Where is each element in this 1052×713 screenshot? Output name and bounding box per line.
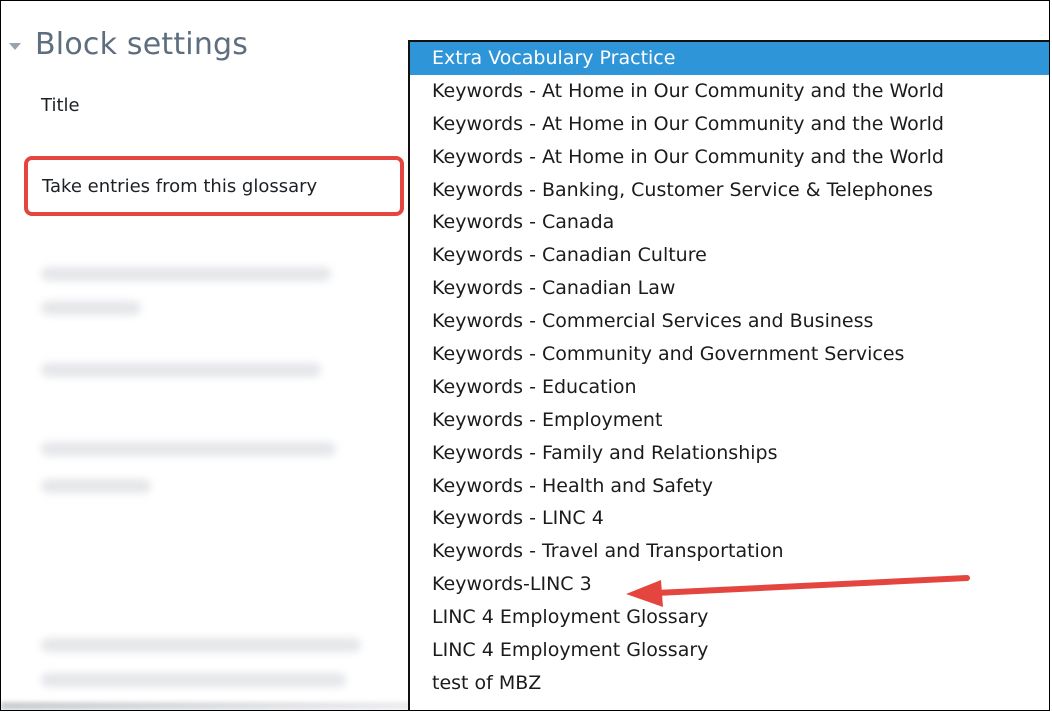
collapse-caret-icon[interactable]: [9, 43, 21, 50]
glossary-option[interactable]: Keywords - Education: [410, 371, 1049, 404]
glossary-option[interactable]: Keywords - Banking, Customer Service & T…: [410, 174, 1049, 207]
glossary-option[interactable]: Keywords - Health and Safety: [410, 470, 1049, 503]
glossary-option[interactable]: Keywords - Commercial Services and Busin…: [410, 305, 1049, 338]
glossary-dropdown-list[interactable]: Extra Vocabulary Practice Keywords - At H…: [408, 40, 1049, 710]
glossary-option[interactable]: Keywords - LINC 4: [410, 502, 1049, 535]
glossary-option[interactable]: test of MBZ: [410, 667, 1049, 700]
section-header[interactable]: Block settings: [9, 27, 248, 62]
title-label: Title: [41, 95, 80, 116]
blurred-label: [41, 363, 321, 377]
glossary-option[interactable]: LINC 4 Employment Glossary: [410, 634, 1049, 667]
glossary-option[interactable]: Keywords - At Home in Our Community and …: [410, 75, 1049, 108]
glossary-option[interactable]: LINC 4 Employment Glossary: [410, 601, 1049, 634]
glossary-label: Take entries from this glossary: [42, 175, 318, 197]
section-title: Block settings: [35, 27, 249, 62]
blurred-strip: [1, 702, 421, 710]
glossary-option[interactable]: Keywords - Employment: [410, 404, 1049, 437]
blurred-label: [41, 442, 336, 456]
glossary-option[interactable]: Keywords - Community and Government Serv…: [410, 338, 1049, 371]
glossary-option[interactable]: Keywords - At Home in Our Community and …: [410, 108, 1049, 141]
glossary-option[interactable]: Keywords - Family and Relationships: [410, 437, 1049, 470]
glossary-option[interactable]: Keywords - Travel and Transportation: [410, 535, 1049, 568]
glossary-option[interactable]: Extra Vocabulary Practice: [410, 42, 1049, 75]
glossary-option[interactable]: Keywords - Canadian Law: [410, 272, 1049, 305]
blurred-label: [41, 301, 141, 315]
glossary-option[interactable]: Keywords-LINC 3: [410, 568, 1049, 601]
glossary-option[interactable]: Keywords - At Home in Our Community and …: [410, 141, 1049, 174]
blurred-label: [41, 673, 346, 687]
blurred-label: [41, 267, 331, 281]
screenshot-frame: Block settings Title Take entries from t…: [0, 0, 1050, 711]
blurred-label: [41, 638, 361, 652]
blurred-label: [41, 479, 151, 493]
glossary-option[interactable]: Keywords - Canadian Culture: [410, 239, 1049, 272]
highlight-box: Take entries from this glossary: [24, 156, 404, 216]
glossary-option[interactable]: Keywords - Canada: [410, 206, 1049, 239]
